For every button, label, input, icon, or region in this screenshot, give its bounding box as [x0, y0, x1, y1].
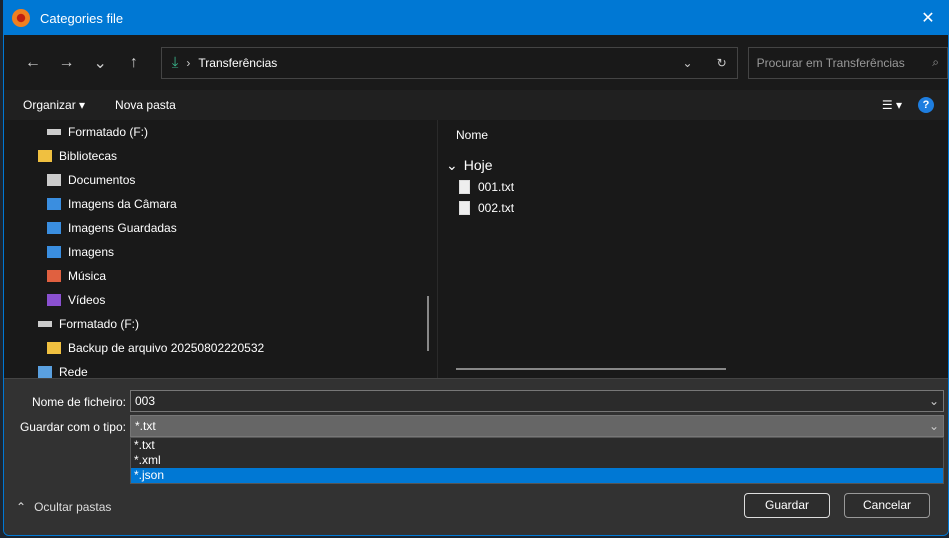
tree-item[interactable]: Vídeos	[4, 288, 437, 312]
tree-item[interactable]: Formatado (F:)	[4, 312, 437, 336]
network-icon	[38, 366, 52, 378]
tree-item-label: Backup de arquivo 20250802220532	[68, 341, 265, 355]
text-file-icon	[459, 179, 470, 194]
filename-field[interactable]: 003 ⌄	[130, 390, 944, 412]
image-icon	[47, 222, 61, 234]
navigation-bar: ← → ⌄ ↑ ⤓ › Transferências ⌄ ↻ Procurar e…	[4, 35, 948, 90]
window-title: Categories file	[40, 10, 124, 26]
tree-item-label: Imagens Guardadas	[68, 221, 177, 235]
chevron-up-icon: ⌃	[16, 500, 27, 514]
hide-folders-label: Ocultar pastas	[34, 500, 112, 514]
download-icon: ⤓	[171, 54, 179, 71]
save-dialog: Categories file ✕ ← → ⌄ ↑ ⤓ › Transferên…	[3, 0, 949, 536]
image-icon	[47, 246, 61, 258]
chevron-right-icon: ›	[186, 55, 191, 70]
tree-item-label: Imagens	[68, 245, 115, 259]
document-icon	[47, 174, 61, 186]
chevron-down-icon[interactable]: ⌄	[683, 56, 693, 70]
tree-item[interactable]: Rede	[4, 360, 437, 378]
breadcrumb-transferencias[interactable]: Transferências	[198, 56, 277, 70]
tree-item[interactable]: Bibliotecas	[4, 144, 437, 168]
folder-icon	[47, 342, 61, 354]
filename-label: Nome de ficheiro:	[31, 395, 126, 409]
file-item[interactable]: 001.txt	[456, 176, 948, 197]
tree-item-label: Formatado (F:)	[59, 317, 140, 331]
file-type-value: *.txt	[135, 419, 156, 433]
app-logo-icon	[12, 9, 30, 27]
tree-item-label: Vídeos	[68, 293, 106, 307]
tree-item[interactable]: Documentos	[4, 168, 437, 192]
file-item[interactable]: 002.txt	[456, 197, 948, 218]
tree-item-label: Música	[68, 269, 107, 283]
chevron-down-icon: ⌄	[446, 156, 458, 173]
file-type-select[interactable]: *.txt ⌄	[130, 415, 944, 437]
search-placeholder: Procurar em Transferências	[756, 55, 905, 70]
save-button[interactable]: Guardar	[744, 493, 830, 518]
title-bar: Categories file ✕	[4, 1, 948, 35]
vertical-scrollbar[interactable]	[427, 296, 429, 351]
chevron-down-icon[interactable]: ⌄	[929, 394, 939, 408]
view-options-button[interactable]: ☰ ▾	[882, 98, 902, 112]
file-type-option[interactable]: *.txt	[131, 438, 943, 453]
back-button[interactable]: ←	[16, 54, 50, 72]
folder-icon	[38, 150, 52, 162]
organize-button[interactable]: Organizar ▾	[23, 98, 85, 112]
help-icon[interactable]: ?	[918, 97, 934, 113]
group-header[interactable]: ⌄ Hoje	[446, 154, 948, 176]
refresh-icon[interactable]: ↻	[717, 56, 727, 70]
toolbar: Organizar ▾ Nova pasta ☰ ▾ ?	[4, 90, 948, 120]
tree-item[interactable]: Imagens da Câmara	[4, 192, 437, 216]
video-icon	[47, 294, 61, 306]
tree-item-label: Documentos	[68, 173, 136, 187]
file-type-dropdown: *.txt *.xml *.json	[130, 437, 944, 484]
group-label: Hoje	[463, 157, 493, 173]
forward-button[interactable]: →	[50, 54, 84, 72]
music-icon	[47, 270, 61, 282]
search-icon: ⌕	[932, 55, 939, 69]
up-button[interactable]: ↑	[117, 54, 151, 72]
file-type-option[interactable]: *.xml	[131, 453, 943, 468]
tree-item[interactable]: Música	[4, 264, 437, 288]
tree-item[interactable]: Backup de arquivo 20250802220532	[4, 336, 437, 360]
filename-value: 003	[135, 394, 156, 408]
address-bar[interactable]: ⤓ › Transferências ⌄ ↻	[160, 46, 738, 79]
chevron-down-icon: ⌄	[928, 419, 939, 433]
drive-icon	[38, 321, 52, 327]
column-header-name[interactable]: Nome	[456, 122, 948, 148]
new-folder-button[interactable]: Nova pasta	[115, 98, 176, 112]
file-list: Nome ⌄ Hoje 001.txt 002.txt	[438, 120, 948, 378]
horizontal-scrollbar[interactable]	[456, 368, 726, 370]
file-type-label: Guardar com o tipo:	[19, 420, 126, 434]
navigation-pane: Formatado (F:) Bibliotecas Documentos Image…	[4, 120, 438, 378]
image-icon	[47, 198, 61, 210]
file-name: 002.txt	[478, 200, 515, 215]
cancel-button[interactable]: Cancelar	[844, 493, 930, 518]
search-input[interactable]: Procurar em Transferências ⌕	[747, 46, 948, 79]
close-button[interactable]: ✕	[908, 8, 948, 28]
hide-folders-button[interactable]: ⌃ Ocultar pastas	[16, 500, 111, 514]
recent-locations-button[interactable]: ⌄	[83, 53, 117, 73]
text-file-icon	[459, 200, 470, 215]
file-type-option-selected[interactable]: *.json	[131, 468, 943, 483]
file-name: 001.txt	[478, 179, 515, 194]
tree-item-label: Formatado (F:)	[68, 125, 149, 139]
tree-item-label: Rede	[59, 365, 88, 378]
tree-item-label: Bibliotecas	[59, 149, 118, 163]
tree-item-label: Imagens da Câmara	[68, 197, 177, 211]
tree-item[interactable]: Imagens	[4, 240, 437, 264]
tree-item[interactable]: Imagens Guardadas	[4, 216, 437, 240]
tree-item[interactable]: Formatado (F:)	[4, 120, 437, 144]
save-form: Nome de ficheiro: 003 ⌄ Guardar com o tip…	[4, 378, 948, 535]
drive-icon	[47, 129, 61, 135]
